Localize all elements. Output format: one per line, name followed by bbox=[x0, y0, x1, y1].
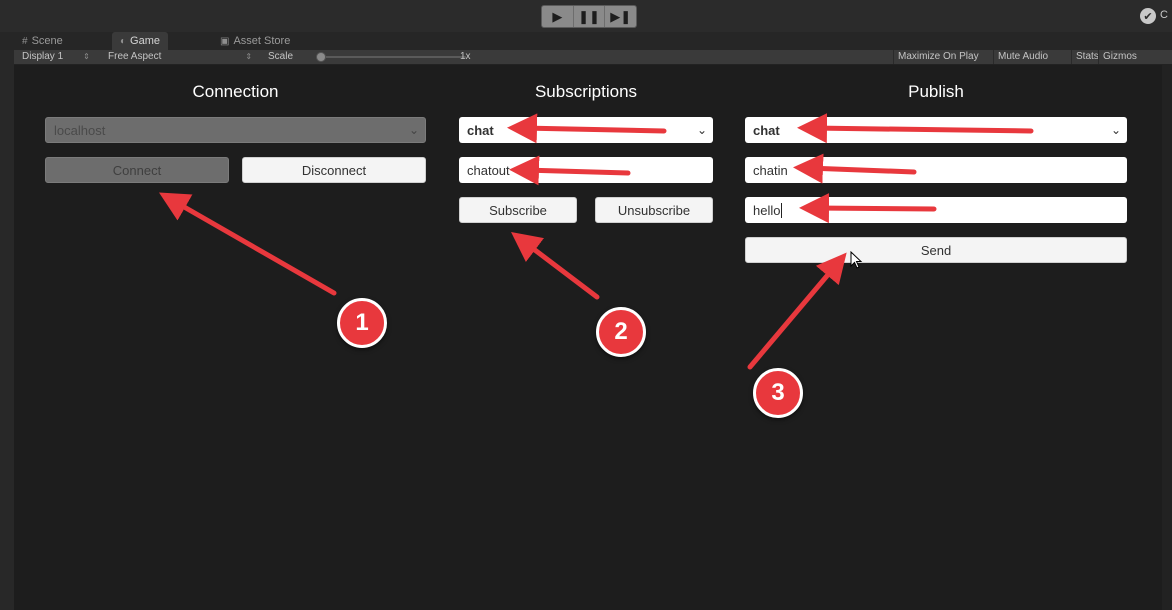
arrow-to-send bbox=[747, 252, 847, 370]
mouse-pointer-icon bbox=[850, 251, 863, 269]
annotation-badge-1: 1 bbox=[337, 298, 387, 348]
arrow-to-sub-input bbox=[509, 155, 631, 186]
arrow-to-subscribe bbox=[511, 231, 600, 300]
arrow-to-sub-topic bbox=[507, 113, 667, 144]
annotation-badge-3: 3 bbox=[753, 368, 803, 418]
annotation-arrows bbox=[158, 113, 1034, 370]
arrow-to-pub-topic bbox=[797, 113, 1034, 144]
arrow-to-connect bbox=[158, 192, 337, 296]
arrow-to-pub-input bbox=[793, 153, 917, 184]
annotation-badge-2: 2 bbox=[596, 307, 646, 357]
arrow-to-message bbox=[799, 193, 937, 224]
